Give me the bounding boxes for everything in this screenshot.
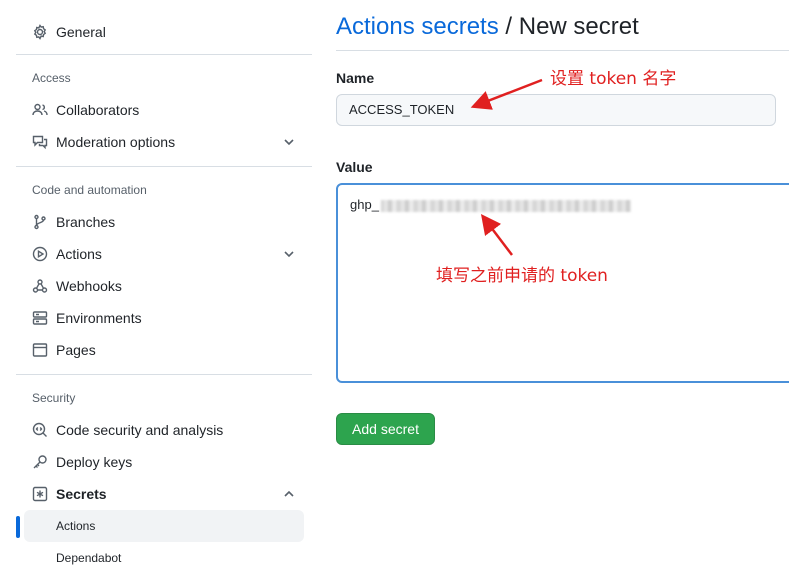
sidebar-item-secrets[interactable]: Secrets [16,478,312,510]
chevron-down-icon[interactable] [282,135,296,149]
group-title-security: Security [32,391,76,405]
sidebar-item-deploy-keys[interactable]: Deploy keys [16,446,312,478]
annotation-value-note: 填写之前申请的 token [436,266,608,286]
name-label: Name [336,70,375,86]
sidebar-item-label: Deploy keys [56,454,133,470]
webhook-icon [32,278,48,294]
sidebar-item-label: Environments [56,310,142,326]
sidebar-item-moderation[interactable]: Moderation options [16,126,312,158]
active-indicator [16,516,20,538]
secret-name-input[interactable]: ACCESS_TOKEN [336,94,776,126]
sidebar-subitem-dependabot[interactable]: Dependabot [16,542,312,574]
git-branch-icon [32,214,48,230]
sidebar-subitem-label: Dependabot [56,551,122,565]
chevron-down-icon[interactable] [282,247,296,261]
divider [16,166,312,167]
sidebar-item-label: Actions [56,246,102,262]
sidebar-item-label: Branches [56,214,116,230]
sidebar-item-label: Code security and analysis [56,422,224,438]
sidebar-item-label: Collaborators [56,102,140,118]
redacted-token [380,199,631,212]
sidebar-item-label: Webhooks [56,278,122,294]
sidebar-item-general[interactable]: General [16,16,312,48]
breadcrumb-current: / New secret [498,13,639,40]
add-secret-button[interactable]: Add secret [336,413,435,445]
people-icon [32,102,48,118]
page-title: Actions secrets / New secret [336,0,789,50]
group-title-code-automation: Code and automation [32,183,147,197]
annotation-name-note: 设置 token 名字 [550,69,677,89]
token-prefix: ghp_ [350,197,379,212]
value-label: Value [336,159,373,175]
divider [16,374,312,375]
sidebar-item-environments[interactable]: Environments [16,302,312,334]
sidebar-item-label: Pages [56,342,96,358]
key-icon [32,454,48,470]
gear-icon [32,24,48,40]
sidebar-item-actions[interactable]: Actions [16,238,312,270]
asterisk-box-icon [32,486,48,502]
settings-sidebar: General Access Collaborators Moderation … [16,0,312,576]
chevron-up-icon[interactable] [282,487,296,501]
play-icon [32,246,48,262]
sidebar-item-label: General [56,24,106,40]
browser-icon [32,342,48,358]
sidebar-item-label: Secrets [56,486,107,502]
sidebar-item-branches[interactable]: Branches [16,206,312,238]
divider [16,54,312,55]
sidebar-item-webhooks[interactable]: Webhooks [16,270,312,302]
sidebar-item-code-security[interactable]: Code security and analysis [16,414,312,446]
breadcrumb-actions-secrets[interactable]: Actions secrets [336,13,499,40]
sidebar-item-label: Moderation options [56,134,176,150]
comment-discussion-icon [32,134,48,150]
sidebar-item-collaborators[interactable]: Collaborators [16,94,312,126]
sidebar-item-pages[interactable]: Pages [16,334,312,366]
sidebar-subitem-actions[interactable]: Actions [16,510,304,542]
server-icon [32,310,48,326]
title-divider [336,50,789,51]
codescan-icon [32,422,48,438]
sidebar-subitem-label: Actions [56,519,96,533]
group-title-access: Access [32,71,71,85]
